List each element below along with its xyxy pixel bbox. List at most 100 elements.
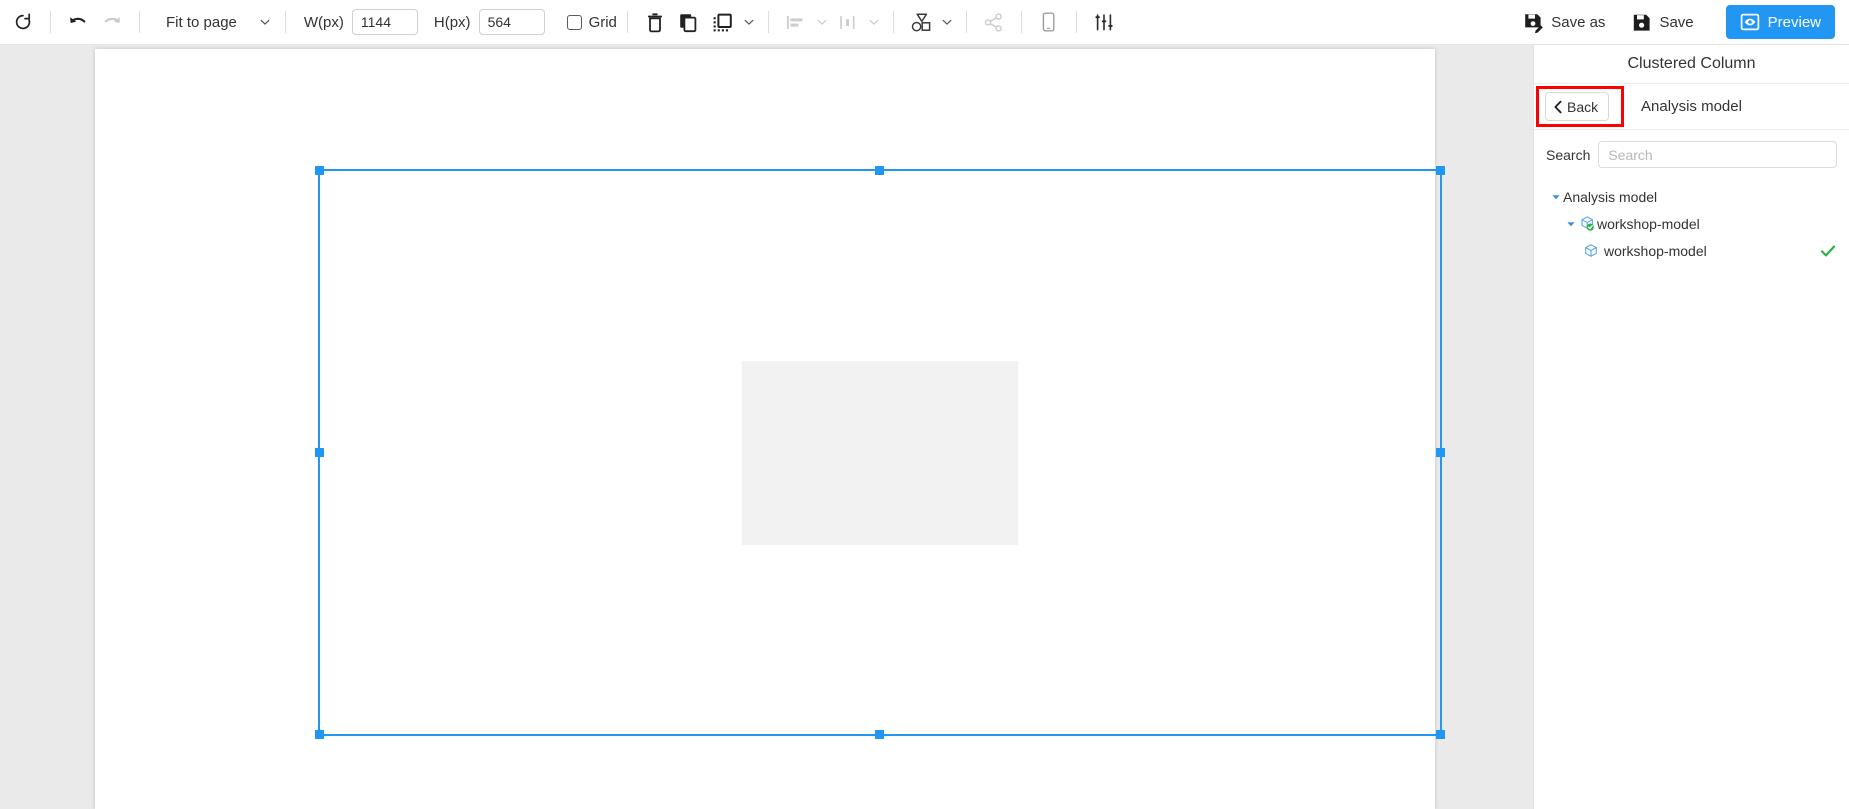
placeholder-bar-groups (776, 393, 985, 515)
shapes-button[interactable] (904, 5, 938, 39)
triangle-down-icon[interactable] (1549, 192, 1562, 202)
resize-handle-bottom-right[interactable] (1436, 730, 1445, 739)
redo-button[interactable] (95, 5, 129, 39)
eye-preview-icon (1740, 13, 1759, 31)
check-icon (1820, 243, 1836, 259)
chevron-left-icon (1554, 100, 1562, 113)
resize-handle-bottom-center[interactable] (875, 730, 884, 739)
chevron-down-icon (744, 19, 754, 25)
tab-analysis-model[interactable]: Analysis model (1641, 98, 1742, 115)
tree-node-label: Analysis model (1563, 188, 1658, 205)
resize-handle-middle-left[interactable] (315, 447, 324, 457)
align-dropdown[interactable] (813, 6, 831, 38)
copy-button[interactable] (672, 5, 706, 39)
toolbar-divider-6 (892, 11, 894, 33)
tree-node-analysis-model[interactable]: Analysis model (1534, 183, 1849, 210)
toolbar-divider-5 (767, 11, 769, 33)
cube-icon (1583, 243, 1599, 259)
width-label: W(px) (303, 13, 344, 31)
trash-icon (647, 12, 662, 32)
selected-widget-frame[interactable] (315, 166, 1445, 739)
cube-connected-icon (1579, 215, 1596, 232)
main-toolbar: Fit to page W(px) H(px) Grid (0, 0, 1849, 45)
back-button[interactable]: Back (1545, 92, 1610, 121)
tree-node-workshop-model-leaf[interactable]: workshop-model (1534, 237, 1849, 264)
mobile-preview-button[interactable] (1032, 5, 1066, 39)
grid-checkbox-box (566, 14, 582, 30)
share-icon (985, 12, 1003, 32)
distribute-button[interactable] (831, 5, 865, 39)
height-input[interactable] (478, 9, 545, 35)
save-button[interactable]: Save (1621, 6, 1703, 38)
refresh-icon (15, 13, 31, 30)
toolbar-divider-8 (1020, 11, 1022, 33)
resize-handle-bottom-left[interactable] (315, 730, 324, 739)
redo-icon (104, 17, 120, 23)
sliders-settings-icon (1095, 13, 1113, 30)
clustered-column-chart-placeholder[interactable] (742, 360, 1018, 545)
resize-handle-top-right[interactable] (1436, 166, 1445, 175)
distribute-horizontal-icon (840, 15, 855, 29)
chevron-down-icon (817, 19, 827, 25)
undo-button[interactable] (61, 5, 95, 39)
design-page[interactable] (95, 49, 1445, 809)
search-label: Search (1546, 146, 1591, 163)
share-button[interactable] (977, 5, 1011, 39)
toolbar-divider-2 (139, 11, 140, 33)
toolbar-divider-1 (50, 11, 51, 33)
back-label: Back (1567, 98, 1599, 115)
zoom-mode-select[interactable]: Fit to page (156, 7, 275, 37)
undo-icon (70, 17, 86, 23)
panel-tab-row: Back Analysis model (1534, 84, 1849, 130)
shapes-icon (911, 13, 931, 32)
resize-handle-top-center[interactable] (875, 166, 884, 175)
grid-label: Grid (588, 13, 617, 31)
chevron-down-icon (869, 19, 879, 25)
distribute-dropdown[interactable] (865, 6, 883, 38)
resize-handle-top-left[interactable] (315, 166, 324, 175)
save-as-button[interactable]: Save as (1513, 6, 1615, 38)
mobile-device-icon (1043, 12, 1055, 32)
right-properties-panel: Clustered Column Back Analysis model Sea… (1533, 45, 1849, 809)
resize-handle-middle-right[interactable] (1436, 447, 1445, 457)
preview-label: Preview (1767, 13, 1821, 31)
tree-node-label: workshop-model (1604, 242, 1707, 259)
panel-title: Clustered Column (1534, 45, 1849, 84)
grid-checkbox[interactable]: Grid (566, 13, 617, 31)
toolbar-divider-4 (626, 11, 628, 33)
width-input[interactable] (351, 9, 418, 35)
save-as-icon (1525, 13, 1544, 33)
toolbar-divider-3 (284, 11, 286, 33)
dimension-group: W(px) H(px) (304, 9, 545, 35)
triangle-down-icon[interactable] (1564, 219, 1577, 229)
toolbar-right-group: Save as Save Preview (1507, 0, 1849, 45)
app-root: Fit to page W(px) H(px) Grid (0, 0, 1849, 809)
shapes-dropdown[interactable] (938, 6, 956, 38)
toolbar-divider-7 (965, 11, 967, 33)
bring-to-front-icon (714, 13, 733, 31)
save-as-label: Save as (1551, 13, 1606, 31)
tree-node-workshop-model-parent[interactable]: workshop-model (1534, 210, 1849, 237)
search-row: Search (1534, 130, 1849, 177)
tree-node-label: workshop-model (1597, 215, 1700, 232)
copy-icon (680, 13, 697, 32)
refresh-button[interactable] (6, 5, 40, 39)
height-label: H(px) (433, 13, 471, 31)
toolbar-left-group: Fit to page W(px) H(px) Grid (0, 0, 1121, 45)
toolbar-divider-9 (1075, 11, 1077, 33)
zoom-mode-label: Fit to page (166, 13, 237, 31)
save-icon (1634, 14, 1651, 31)
save-label: Save (1659, 13, 1694, 31)
delete-button[interactable] (638, 5, 672, 39)
align-left-icon (787, 15, 803, 29)
preview-button[interactable]: Preview (1725, 5, 1835, 39)
analysis-model-tree: Analysis model workshop-model workshop-m… (1534, 177, 1849, 264)
align-button[interactable] (779, 5, 813, 39)
chevron-down-icon (259, 16, 271, 28)
layer-order-dropdown[interactable] (740, 6, 758, 38)
chevron-down-icon (942, 19, 952, 25)
search-input[interactable] (1598, 141, 1837, 168)
design-workspace[interactable] (0, 45, 1533, 809)
layer-order-button[interactable] (706, 5, 740, 39)
settings-button[interactable] (1087, 5, 1121, 39)
